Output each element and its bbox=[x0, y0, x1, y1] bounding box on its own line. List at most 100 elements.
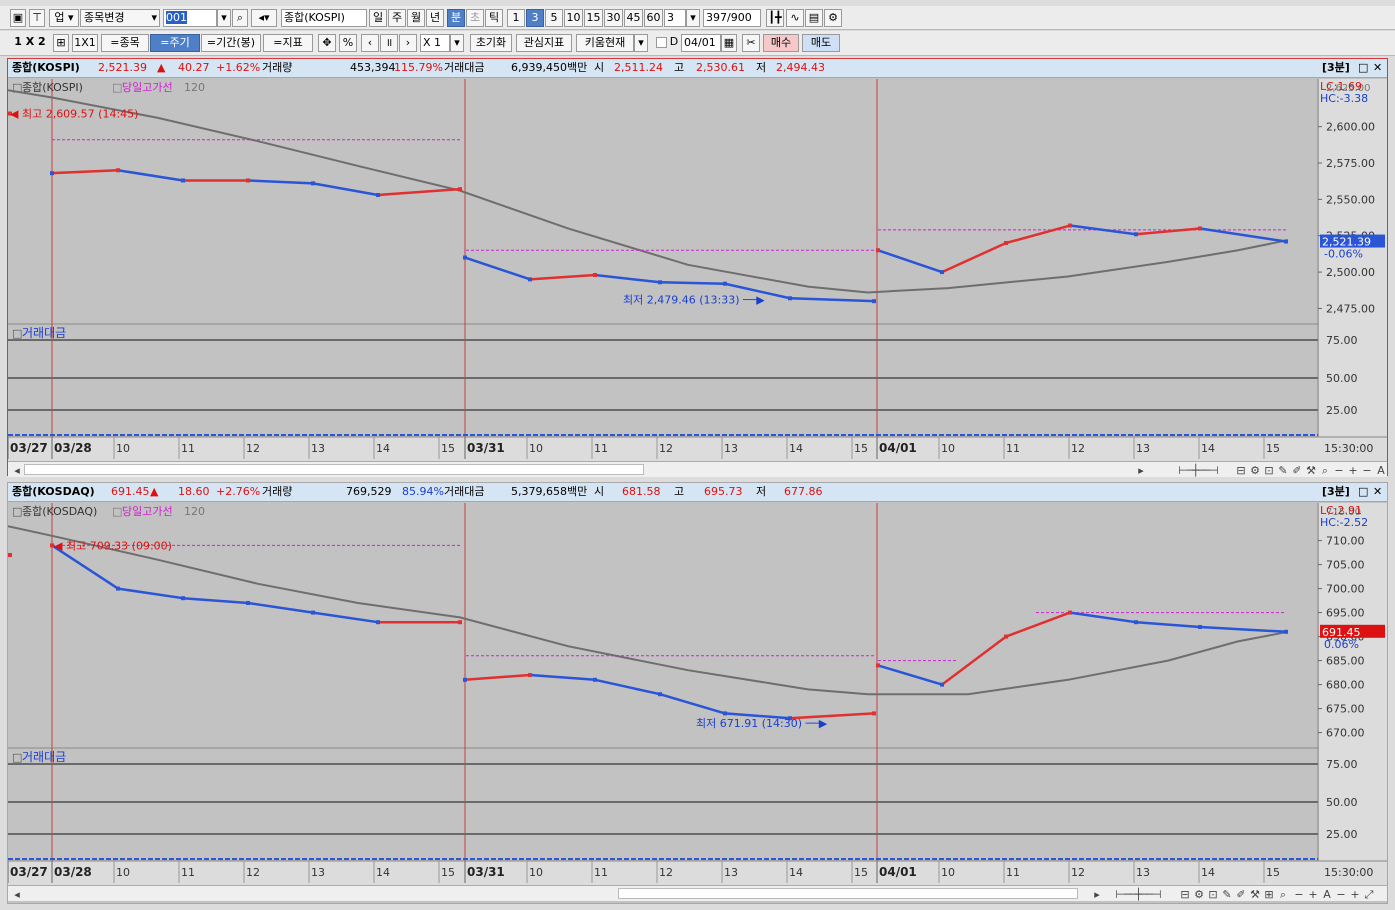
indicator-button[interactable]: =지표 bbox=[263, 34, 313, 52]
scroll-left-icon[interactable]: ◂ bbox=[10, 886, 24, 904]
close-icon[interactable]: ✕ bbox=[1373, 483, 1382, 501]
kosdaq-scrollbar[interactable]: ◂ ▸ ⊢──┼──⊣ ⊟ ⚙ ⊡ ✎ ✐ ⚒ ⊞ ⌕ − + A − + ⤢ bbox=[8, 885, 1387, 901]
kospi-chart[interactable]: □ 종합(KOSPI) □ 당일고가선 120 2,625.002,600.002,575… bbox=[8, 79, 1387, 461]
scroll-left-icon[interactable]: ◂ bbox=[10, 462, 24, 480]
zoom-in-icon[interactable]: + bbox=[1346, 462, 1360, 480]
y-tick-label: 695.00 bbox=[1326, 607, 1365, 620]
code-input[interactable]: 001 bbox=[163, 9, 217, 27]
tools-icon[interactable]: ⚒ bbox=[1248, 886, 1262, 904]
plus-icon[interactable]: + bbox=[1348, 886, 1362, 904]
price-point bbox=[1004, 241, 1008, 245]
market-select[interactable]: 업 ▾ bbox=[49, 9, 79, 27]
zoom-field[interactable]: X 1 bbox=[420, 34, 450, 52]
period-minute[interactable]: 분 bbox=[447, 9, 465, 27]
window-icon[interactable]: ▣ bbox=[10, 9, 26, 27]
minute-30[interactable]: 30 bbox=[604, 9, 623, 27]
chart-settings-icon[interactable]: ⊡ bbox=[1262, 462, 1276, 480]
minute-15[interactable]: 15 bbox=[584, 9, 603, 27]
gear-icon[interactable]: ⚙ bbox=[1248, 462, 1262, 480]
pin-icon[interactable]: ⊤ bbox=[29, 9, 45, 27]
maximize-icon[interactable]: □ bbox=[1358, 59, 1368, 77]
zoom-slider-icon[interactable]: ⊢──┼──⊣ bbox=[1108, 886, 1168, 904]
percent-button[interactable]: % bbox=[339, 34, 357, 52]
code-dropdown-icon[interactable]: ▾ bbox=[217, 9, 231, 27]
period-button[interactable]: =주기 bbox=[150, 34, 200, 52]
text-icon[interactable]: A bbox=[1320, 886, 1334, 904]
scroll-right-icon[interactable]: ▸ bbox=[1090, 886, 1104, 904]
save-icon[interactable]: ▤ bbox=[805, 9, 823, 27]
period-tick[interactable]: 틱 bbox=[485, 9, 503, 27]
prev-icon[interactable]: ‹ bbox=[361, 34, 379, 52]
brush-icon[interactable]: ✐ bbox=[1290, 462, 1304, 480]
zoom-in-icon[interactable]: + bbox=[1306, 886, 1320, 904]
zoom-slider-icon[interactable]: ⊢─┼──⊣ bbox=[1168, 462, 1228, 480]
kospi-scrollbar[interactable]: ◂ ▸ ⊢─┼──⊣ ⊟ ⚙ ⊡ ✎ ✐ ⚒ ⌕ − + − A bbox=[8, 461, 1387, 477]
kiwoom-button[interactable]: 키움현재 bbox=[576, 34, 634, 52]
interest-button[interactable]: 관심지표 bbox=[516, 34, 572, 52]
range-button[interactable]: =기간(봉) bbox=[201, 34, 261, 52]
period-second[interactable]: 초 bbox=[466, 9, 484, 27]
pause-icon[interactable]: ॥ bbox=[380, 34, 398, 52]
brush-icon[interactable]: ✐ bbox=[1234, 886, 1248, 904]
minute-5[interactable]: 5 bbox=[545, 9, 563, 27]
interval-input[interactable]: 3 bbox=[664, 9, 686, 27]
period-month[interactable]: 월 bbox=[407, 9, 425, 27]
gear-icon[interactable]: ⚙ bbox=[1192, 886, 1206, 904]
scissors-icon[interactable]: ✂ bbox=[742, 34, 760, 52]
sell-button[interactable]: 매도 bbox=[802, 34, 840, 52]
trendline-icon[interactable]: ∿ bbox=[786, 9, 804, 27]
calendar-icon[interactable]: ▦ bbox=[721, 34, 737, 52]
minute-1[interactable]: 1 bbox=[507, 9, 525, 27]
period-day[interactable]: 일 bbox=[369, 9, 387, 27]
tools-icon[interactable]: ⚒ bbox=[1304, 462, 1318, 480]
count-field[interactable]: 397/900 bbox=[703, 9, 761, 27]
search-icon[interactable]: ⌕ bbox=[1318, 462, 1332, 480]
table-icon[interactable]: ⊟ bbox=[1234, 462, 1248, 480]
minus-icon[interactable]: − bbox=[1360, 462, 1374, 480]
zoom-out-icon[interactable]: − bbox=[1332, 462, 1346, 480]
kiwoom-dropdown-icon[interactable]: ▾ bbox=[634, 34, 648, 52]
buy-button[interactable]: 매수 bbox=[763, 34, 799, 52]
minute-3[interactable]: 3 bbox=[526, 9, 544, 27]
scroll-thumb[interactable] bbox=[618, 888, 1078, 899]
date-checkbox[interactable] bbox=[656, 37, 667, 48]
zoom-out-icon[interactable]: − bbox=[1292, 886, 1306, 904]
minus-icon[interactable]: − bbox=[1334, 886, 1348, 904]
hour-label: 11 bbox=[1006, 442, 1020, 455]
move-icon[interactable]: ✥ bbox=[318, 34, 336, 52]
chart-type-icon[interactable]: ┃╋ bbox=[766, 9, 784, 27]
date-input[interactable]: 04/01 bbox=[681, 34, 721, 52]
layout-1x1[interactable]: 1X1 bbox=[72, 34, 98, 52]
interval-dropdown-icon[interactable]: ▾ bbox=[686, 9, 700, 27]
sound-icon[interactable]: ◂▾ bbox=[251, 9, 277, 27]
period-week[interactable]: 주 bbox=[388, 9, 406, 27]
period-year[interactable]: 년 bbox=[426, 9, 444, 27]
grid-icon[interactable]: ⊞ bbox=[53, 34, 69, 52]
table-icon[interactable]: ⊟ bbox=[1178, 886, 1192, 904]
chart-settings-icon[interactable]: ⊡ bbox=[1206, 886, 1220, 904]
kosdaq-chart[interactable]: □ 종합(KOSDAQ) □ 당일고가선 120 715.00710.00705.0070… bbox=[8, 503, 1387, 885]
reset-button[interactable]: 초기화 bbox=[470, 34, 512, 52]
maximize-icon[interactable]: □ bbox=[1358, 483, 1368, 501]
zoom-dropdown-icon[interactable]: ▾ bbox=[450, 34, 464, 52]
layout-1x2[interactable]: 1 X 2 bbox=[10, 34, 50, 52]
grid-icon[interactable]: ⊞ bbox=[1262, 886, 1276, 904]
item-button[interactable]: =종목 bbox=[101, 34, 149, 52]
close-icon[interactable]: ✕ bbox=[1373, 59, 1382, 77]
hour-label: 10 bbox=[529, 866, 543, 879]
time-axis-bg bbox=[8, 861, 1387, 885]
text-icon[interactable]: A bbox=[1374, 462, 1388, 480]
minute-10[interactable]: 10 bbox=[564, 9, 583, 27]
expand-icon[interactable]: ⤢ bbox=[1362, 886, 1376, 904]
pencil-icon[interactable]: ✎ bbox=[1276, 462, 1290, 480]
minute-45[interactable]: 45 bbox=[624, 9, 643, 27]
minute-60[interactable]: 60 bbox=[644, 9, 663, 27]
search-icon[interactable]: ⌕ bbox=[232, 9, 248, 27]
scroll-right-icon[interactable]: ▸ bbox=[1134, 462, 1148, 480]
next-icon[interactable]: › bbox=[399, 34, 417, 52]
scroll-thumb[interactable] bbox=[24, 464, 644, 475]
pencil-icon[interactable]: ✎ bbox=[1220, 886, 1234, 904]
gear-icon[interactable]: ⚙ bbox=[824, 9, 842, 27]
change-item-select[interactable]: 종목변경 ▾ bbox=[80, 9, 160, 27]
search-icon[interactable]: ⌕ bbox=[1276, 886, 1290, 904]
